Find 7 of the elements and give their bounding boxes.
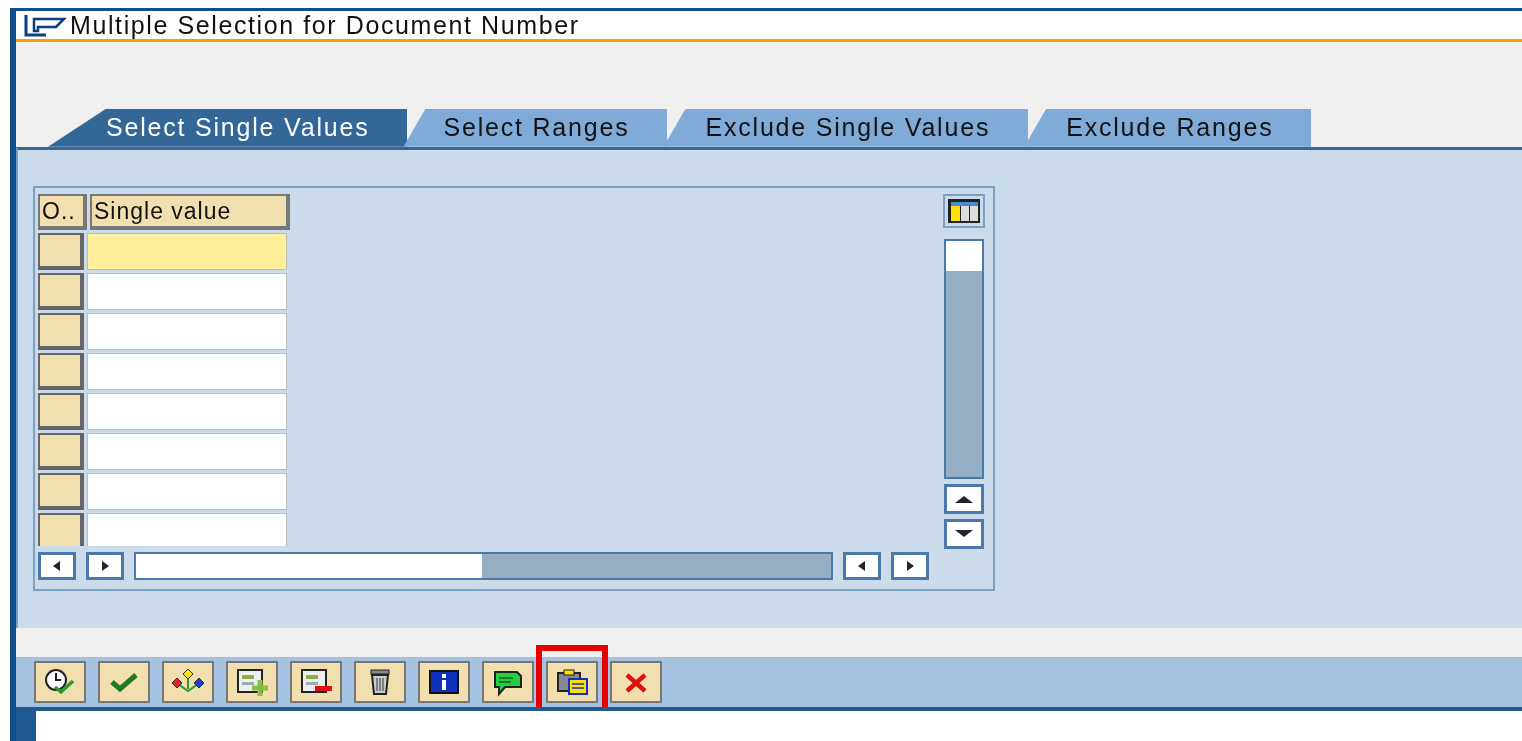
column-header[interactable]: O.. xyxy=(38,193,87,230)
tab[interactable]: Select Ranges xyxy=(403,108,668,147)
tab[interactable]: Exclude Ranges xyxy=(1024,108,1312,147)
tab[interactable]: Select Single Values xyxy=(48,108,408,147)
column-header[interactable]: Single value xyxy=(90,193,290,230)
tab[interactable]: Exclude Single Values xyxy=(663,108,1029,147)
window-title: Multiple Selection for Document Number xyxy=(70,11,580,39)
